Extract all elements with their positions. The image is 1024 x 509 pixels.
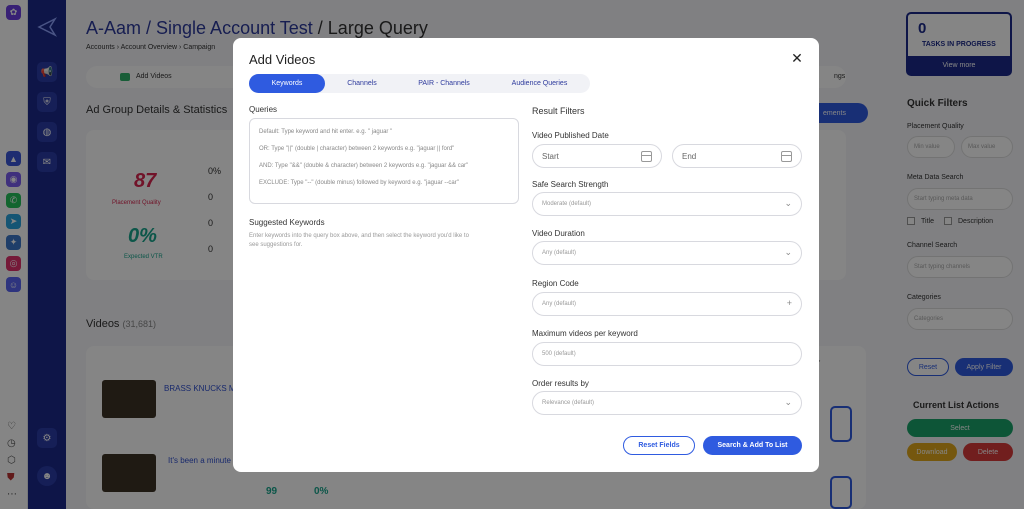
order-results-select[interactable]: Relevance (default) ⌄ [532,391,802,415]
order-results-label: Order results by [532,379,589,388]
tab-pair-channels[interactable]: PAIR - Channels [399,74,489,93]
max-videos-input[interactable]: 500 (default) [532,342,802,366]
query-hint: OR: Type "||" (double | character) betwe… [259,146,455,152]
query-hint: AND: Type "&&" (double & character) betw… [259,163,469,169]
region-code-label: Region Code [532,279,579,288]
end-date-placeholder: End [682,152,697,161]
tab-channels[interactable]: Channels [325,74,399,93]
tab-keywords[interactable]: Keywords [249,74,325,93]
result-filters-title: Result Filters [532,106,585,116]
queries-textarea[interactable]: Default: Type keyword and hit enter. e.g… [249,118,519,204]
video-duration-select[interactable]: Any (default) ⌄ [532,241,802,265]
video-duration-value: Any (default) [542,250,577,256]
max-videos-label: Maximum videos per keyword [532,329,638,338]
region-code-value: Any (default) [542,301,577,307]
search-add-button[interactable]: Search & Add To List [703,436,802,455]
region-code-select[interactable]: Any (default) + [532,292,802,316]
tab-audience-queries[interactable]: Audience Queries [489,74,590,93]
plus-icon: + [786,298,792,308]
start-date-placeholder: Start [542,152,559,161]
modal-tabs: Keywords Channels PAIR - Channels Audien… [249,74,590,93]
video-duration-label: Video Duration [532,229,585,238]
reset-fields-button[interactable]: Reset Fields [623,436,695,455]
max-videos-placeholder: 500 (default) [542,351,576,357]
close-icon[interactable]: ✕ [789,50,805,66]
end-date-input[interactable]: End [672,144,802,168]
suggested-keywords-help: Enter keywords into the query box above,… [249,233,469,248]
chevron-down-icon: ⌄ [784,397,792,407]
safe-search-value: Moderate (default) [542,201,592,207]
published-date-label: Video Published Date [532,131,609,140]
calendar-icon[interactable] [641,151,652,162]
safe-search-select[interactable]: Moderate (default) ⌄ [532,192,802,216]
calendar-icon[interactable] [781,151,792,162]
start-date-input[interactable]: Start [532,144,662,168]
chevron-down-icon: ⌄ [784,198,792,208]
queries-label: Queries [249,105,278,114]
suggested-keywords-label: Suggested Keywords [249,218,325,227]
chevron-down-icon: ⌄ [784,247,792,257]
safe-search-label: Safe Search Strength [532,180,609,189]
query-hint: Default: Type keyword and hit enter. e.g… [259,129,393,135]
query-hint: EXCLUDE: Type "--" (double minus) follow… [259,180,459,186]
order-results-value: Relevance (default) [542,400,595,406]
app-page: ✿ ▲ ◉ ✆ ➤ ✦ ◎ ☺ ♡ ◷ ⬡ ⛊ ⋯ 📢 ⛨ ◍ ✉ ⚙ ☻ A-… [0,0,1024,509]
modal-title: Add Videos [249,52,316,67]
add-videos-modal: Add Videos ✕ Keywords Channels PAIR - Ch… [233,38,819,472]
